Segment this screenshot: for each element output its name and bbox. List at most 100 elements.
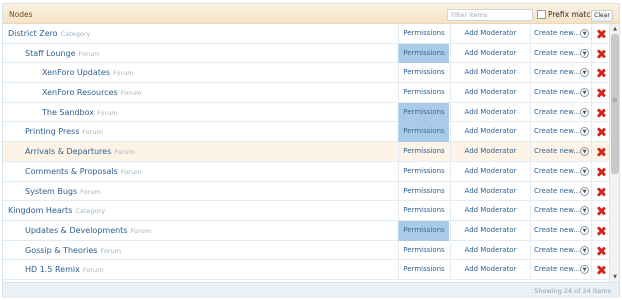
create-new-menu[interactable]: Create new... ▼ [530, 83, 591, 103]
create-new-menu[interactable]: Create new... ▼ [530, 63, 591, 84]
add-moderator-button[interactable]: Add Moderator [450, 122, 530, 143]
scrollbar[interactable]: ▲ ▼ [609, 24, 619, 282]
chevron-down-icon[interactable]: ▼ [580, 206, 589, 216]
delete-icon[interactable] [597, 227, 605, 235]
chevron-down-icon[interactable]: ▼ [580, 186, 589, 196]
create-new-label[interactable]: Create new... [534, 147, 580, 155]
scroll-up-icon[interactable]: ▲ [611, 25, 619, 33]
delete-button[interactable] [591, 83, 609, 103]
filter-input[interactable]: Filter items [447, 9, 533, 21]
permissions-button[interactable]: Permissions [398, 63, 449, 84]
permissions-button[interactable]: Permissions [398, 102, 449, 123]
add-moderator-button[interactable]: Add Moderator [450, 260, 530, 280]
create-new-label[interactable]: Create new... [534, 167, 580, 175]
add-moderator-button[interactable]: Add Moderator [450, 24, 530, 44]
node-name-link[interactable]: Comments & Proposals Forum [25, 167, 141, 176]
create-new-label[interactable]: Create new... [534, 108, 580, 116]
create-new-menu[interactable]: Create new... ▼ [530, 181, 591, 202]
chevron-down-icon[interactable]: ▼ [580, 127, 589, 137]
node-title[interactable]: Comments & Proposals [25, 167, 118, 176]
permissions-button[interactable]: Permissions [398, 201, 449, 221]
delete-button[interactable] [591, 63, 609, 84]
scrollbar-thumb[interactable] [611, 34, 619, 174]
add-moderator-button[interactable]: Add Moderator [450, 181, 530, 202]
delete-button[interactable] [591, 260, 609, 280]
create-new-menu[interactable]: Create new... ▼ [530, 220, 591, 241]
clear-button[interactable]: Clear [591, 10, 613, 22]
prefix-match-checkbox[interactable] [537, 10, 546, 19]
delete-icon[interactable] [597, 30, 605, 38]
node-title[interactable]: Updates & Developments [25, 226, 128, 235]
chevron-down-icon[interactable]: ▼ [580, 166, 589, 176]
node-name-link[interactable]: District Zero Category [8, 29, 90, 38]
create-new-label[interactable]: Create new... [534, 68, 580, 76]
delete-icon[interactable] [597, 168, 605, 176]
node-title[interactable]: Gossip & Theories [25, 246, 97, 255]
add-moderator-button[interactable]: Add Moderator [450, 161, 530, 182]
node-title[interactable]: The Sandbox [42, 108, 94, 117]
node-name-link[interactable]: The Sandbox Forum [42, 108, 118, 117]
permissions-button[interactable]: Permissions [398, 240, 449, 261]
node-name-link[interactable]: Arrivals & Departures Forum [25, 147, 135, 156]
delete-button[interactable] [591, 240, 609, 261]
node-title[interactable]: District Zero [8, 29, 58, 38]
permissions-button[interactable]: Permissions [398, 181, 449, 202]
delete-button[interactable] [591, 122, 609, 143]
node-name-link[interactable]: HD 1.5 Remix Forum [25, 265, 103, 274]
create-new-label[interactable]: Create new... [534, 226, 580, 234]
create-new-menu[interactable]: Create new... ▼ [530, 161, 591, 182]
create-new-menu[interactable]: Create new... ▼ [530, 102, 591, 123]
chevron-down-icon[interactable]: ▼ [580, 48, 589, 58]
create-new-menu[interactable]: Create new... ▼ [530, 201, 591, 221]
create-new-label[interactable]: Create new... [534, 88, 580, 96]
delete-button[interactable] [591, 161, 609, 182]
delete-icon[interactable] [597, 128, 605, 136]
create-new-label[interactable]: Create new... [534, 246, 580, 254]
node-name-link[interactable]: Staff Lounge Forum [25, 49, 99, 58]
create-new-label[interactable]: Create new... [534, 265, 580, 273]
permissions-button[interactable]: Permissions [398, 24, 449, 44]
create-new-menu[interactable]: Create new... ▼ [530, 43, 591, 64]
node-title[interactable]: XenForo Resources [42, 88, 118, 97]
delete-button[interactable] [591, 43, 609, 64]
delete-icon[interactable] [597, 207, 605, 215]
node-title[interactable]: Staff Lounge [25, 49, 76, 58]
create-new-menu[interactable]: Create new... ▼ [530, 24, 591, 44]
delete-button[interactable] [591, 181, 609, 202]
add-moderator-button[interactable]: Add Moderator [450, 142, 530, 162]
delete-button[interactable] [591, 201, 609, 221]
add-moderator-button[interactable]: Add Moderator [450, 102, 530, 123]
delete-icon[interactable] [597, 247, 605, 255]
add-moderator-button[interactable]: Add Moderator [450, 83, 530, 103]
node-name-link[interactable]: XenForo Updates Forum [42, 68, 134, 77]
prefix-match-label[interactable]: Prefix match [548, 10, 595, 19]
create-new-menu[interactable]: Create new... ▼ [530, 240, 591, 261]
create-new-label[interactable]: Create new... [534, 127, 580, 135]
add-moderator-button[interactable]: Add Moderator [450, 63, 530, 84]
delete-icon[interactable] [597, 50, 605, 58]
chevron-down-icon[interactable]: ▼ [580, 245, 589, 255]
node-title[interactable]: Kingdom Hearts [8, 206, 72, 215]
create-new-label[interactable]: Create new... [534, 206, 580, 214]
node-title[interactable]: System Bugs [25, 187, 77, 196]
add-moderator-button[interactable]: Add Moderator [450, 220, 530, 241]
permissions-button[interactable]: Permissions [398, 161, 449, 182]
permissions-button[interactable]: Permissions [398, 142, 449, 162]
node-title[interactable]: XenForo Updates [42, 68, 110, 77]
create-new-label[interactable]: Create new... [534, 29, 580, 37]
node-name-link[interactable]: System Bugs Forum [25, 187, 101, 196]
node-name-link[interactable]: Kingdom Hearts Category [8, 206, 105, 215]
node-name-link[interactable]: Printing Press Forum [25, 127, 103, 136]
chevron-down-icon[interactable]: ▼ [580, 107, 589, 117]
chevron-down-icon[interactable]: ▼ [580, 29, 589, 38]
delete-icon[interactable] [597, 148, 605, 156]
chevron-down-icon[interactable]: ▼ [580, 68, 589, 78]
node-title[interactable]: Arrivals & Departures [25, 147, 111, 156]
delete-icon[interactable] [597, 188, 605, 196]
permissions-button[interactable]: Permissions [398, 83, 449, 103]
scroll-down-icon[interactable]: ▼ [611, 273, 619, 281]
node-title[interactable]: HD 1.5 Remix [25, 265, 80, 274]
delete-icon[interactable] [597, 266, 605, 274]
delete-button[interactable] [591, 142, 609, 162]
create-new-label[interactable]: Create new... [534, 187, 580, 195]
